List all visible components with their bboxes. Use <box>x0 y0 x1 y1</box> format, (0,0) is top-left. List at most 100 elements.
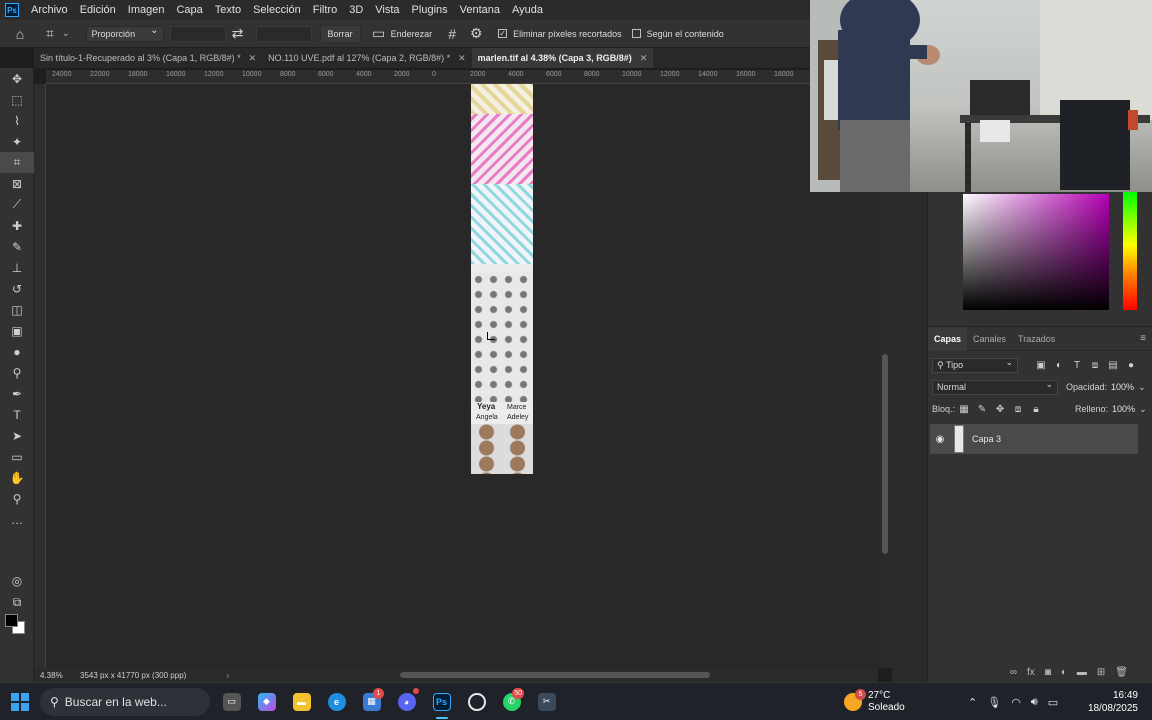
straighten-label[interactable]: Enderezar <box>391 29 433 39</box>
menu-imagen[interactable]: Imagen <box>122 0 171 20</box>
tab-document-3[interactable]: marlen.tif al 4.38% (Capa 3, RGB/8#) ✕ <box>471 48 654 68</box>
lock-pixels-icon[interactable]: ✎ <box>973 404 991 415</box>
wifi-icon[interactable]: ◠ <box>1011 696 1021 709</box>
tab-document-1[interactable]: Sin título-1-Recuperado al 3% (Capa 1, R… <box>34 48 262 68</box>
horizontal-ruler[interactable]: 24000 22000 18000 16000 12000 10000 8000 6000 40… <box>46 70 810 84</box>
preset-chevron-down-icon[interactable]: ⌄ <box>62 28 70 39</box>
filter-toggle-icon[interactable]: ● <box>1122 360 1140 371</box>
new-layer-icon[interactable]: ⊞ <box>1097 667 1105 678</box>
ratio-select[interactable]: Proporción <box>85 24 164 42</box>
clear-button[interactable]: Borrar <box>319 24 361 43</box>
opera-gx-icon[interactable] <box>459 683 494 720</box>
taskbar-search[interactable]: ⚲ Buscar en la web... <box>40 687 210 716</box>
eyedropper-tool-icon[interactable]: ⟋ <box>0 194 34 215</box>
path-selection-tool-icon[interactable]: ➤ <box>0 425 34 446</box>
weather-widget[interactable]: 5 27°C Soleado <box>844 683 905 720</box>
fill-chevron-down-icon[interactable]: ⌄ <box>1139 404 1147 415</box>
brush-tool-icon[interactable]: ✎ <box>0 236 34 257</box>
type-tool-icon[interactable]: T <box>0 404 34 425</box>
zoom-tool-icon[interactable]: ⚲ <box>0 488 34 509</box>
menu-filtro[interactable]: Filtro <box>307 0 343 20</box>
vertical-ruler[interactable] <box>34 84 46 668</box>
task-view-icon[interactable]: ▭ <box>214 683 249 720</box>
close-icon[interactable]: ✕ <box>458 48 466 68</box>
lock-artboard-icon[interactable]: ⧈ <box>1009 404 1027 415</box>
swap-icon[interactable]: ⇄ <box>226 22 250 46</box>
frame-tool-icon[interactable]: ⊠ <box>0 173 34 194</box>
ratio-height-field[interactable] <box>255 25 312 42</box>
fill-value[interactable]: 100% <box>1112 404 1135 414</box>
rectangle-tool-icon[interactable]: ▭ <box>0 446 34 467</box>
pen-tool-icon[interactable]: ✒ <box>0 383 34 404</box>
microphone-icon[interactable]: 🎙︎ <box>987 696 1001 709</box>
filter-smart-object-icon[interactable]: ▤ <box>1104 360 1122 371</box>
delete-cropped-checkbox[interactable]: ✓ <box>498 29 508 38</box>
blur-tool-icon[interactable]: ● <box>0 341 34 362</box>
eraser-tool-icon[interactable]: ◫ <box>0 299 34 320</box>
quick-mask-icon[interactable]: ◎ <box>0 570 34 591</box>
home-icon[interactable]: ⌂ <box>8 22 32 46</box>
crop-tool-preset-icon[interactable]: ⌗ <box>38 22 62 46</box>
tab-document-2[interactable]: NO.110 UVE.pdf al 127% (Capa 2, RGB/8#) … <box>262 48 471 68</box>
horizontal-scrollbar[interactable] <box>270 668 878 682</box>
chevron-up-icon[interactable]: ⌃ <box>968 696 977 709</box>
menu-edicion[interactable]: Edición <box>74 0 122 20</box>
discord-icon[interactable]: ◕ <box>389 683 424 720</box>
document-image[interactable]: Yeya Angela Marce Adeley <box>471 84 533 474</box>
photoshop-taskbar-icon[interactable]: Ps <box>424 683 459 720</box>
hand-tool-icon[interactable]: ✋ <box>0 467 34 488</box>
marquee-tool-icon[interactable]: ⬚ <box>0 89 34 110</box>
foreground-color-swatch[interactable] <box>5 614 18 627</box>
mask-icon[interactable]: ◙ <box>1045 667 1051 678</box>
menu-archivo[interactable]: Archivo <box>25 0 74 20</box>
filter-pixel-icon[interactable]: ▣ <box>1032 360 1050 371</box>
layer-row[interactable]: ◉ Capa 3 <box>930 424 1138 454</box>
lock-transparency-icon[interactable]: ▦ <box>955 404 973 415</box>
menu-vista[interactable]: Vista <box>369 0 405 20</box>
filter-shape-icon[interactable]: ⧈ <box>1086 360 1104 371</box>
eye-icon[interactable]: ◉ <box>930 434 950 445</box>
filter-adjustment-icon[interactable]: ◐ <box>1050 360 1068 371</box>
menu-ventana[interactable]: Ventana <box>454 0 506 20</box>
taskbar-clock[interactable]: 16:49 18/08/2025 <box>1086 689 1138 715</box>
menu-ayuda[interactable]: Ayuda <box>506 0 549 20</box>
magic-wand-tool-icon[interactable]: ✦ <box>0 131 34 152</box>
menu-capa[interactable]: Capa <box>170 0 208 20</box>
crop-tool-icon[interactable]: ⌗ <box>0 152 34 173</box>
menu-plugins[interactable]: Plugins <box>406 0 454 20</box>
history-brush-tool-icon[interactable]: ↺ <box>0 278 34 299</box>
adjustment-icon[interactable]: ◐ <box>1061 667 1067 678</box>
tab-trazados[interactable]: Trazados <box>1012 327 1061 351</box>
opacity-value[interactable]: 100% <box>1111 382 1134 392</box>
snipping-tool-icon[interactable]: ✂ <box>529 683 564 720</box>
menu-texto[interactable]: Texto <box>209 0 247 20</box>
hue-slider[interactable] <box>1123 192 1137 310</box>
more-tools-icon[interactable]: … <box>0 509 34 530</box>
scroll-thumb[interactable] <box>882 354 888 554</box>
blend-mode-select[interactable]: Normal <box>932 378 1058 395</box>
tab-capas[interactable]: Capas <box>928 326 968 351</box>
whatsapp-icon[interactable]: ✆ 50 <box>494 683 529 720</box>
microsoft-store-icon[interactable]: ▦ 1 <box>354 683 389 720</box>
canvas-area[interactable]: Yeya Angela Marce Adeley <box>46 84 878 668</box>
lock-all-icon[interactable]: 🔒︎ <box>1027 404 1045 415</box>
file-explorer-icon[interactable]: ▬ <box>284 683 319 720</box>
copilot-icon[interactable]: ◆ <box>249 683 284 720</box>
panel-menu-icon[interactable]: ≡ <box>1140 333 1146 344</box>
zoom-level[interactable]: 4.38% <box>34 671 72 680</box>
status-chevron-right-icon[interactable]: › <box>226 671 229 680</box>
straighten-icon[interactable]: ▭ <box>367 22 391 46</box>
menu-3d[interactable]: 3D <box>343 0 369 20</box>
menu-seleccion[interactable]: Selección <box>247 0 307 20</box>
fx-icon[interactable]: fx <box>1027 667 1035 678</box>
volume-icon[interactable]: 🔊︎ <box>1031 696 1038 709</box>
tab-canales[interactable]: Canales <box>967 327 1012 351</box>
layer-name[interactable]: Capa 3 <box>972 434 1001 444</box>
layer-filter-select[interactable]: ⚲ Tipo <box>932 356 1018 373</box>
dodge-tool-icon[interactable]: ⚲ <box>0 362 34 383</box>
edge-browser-icon[interactable]: e <box>319 683 354 720</box>
ratio-width-field[interactable] <box>169 25 226 42</box>
filter-type-icon[interactable]: T <box>1068 360 1086 371</box>
stamp-tool-icon[interactable]: ⊥ <box>0 257 34 278</box>
move-tool-icon[interactable]: ✥ <box>0 68 34 89</box>
